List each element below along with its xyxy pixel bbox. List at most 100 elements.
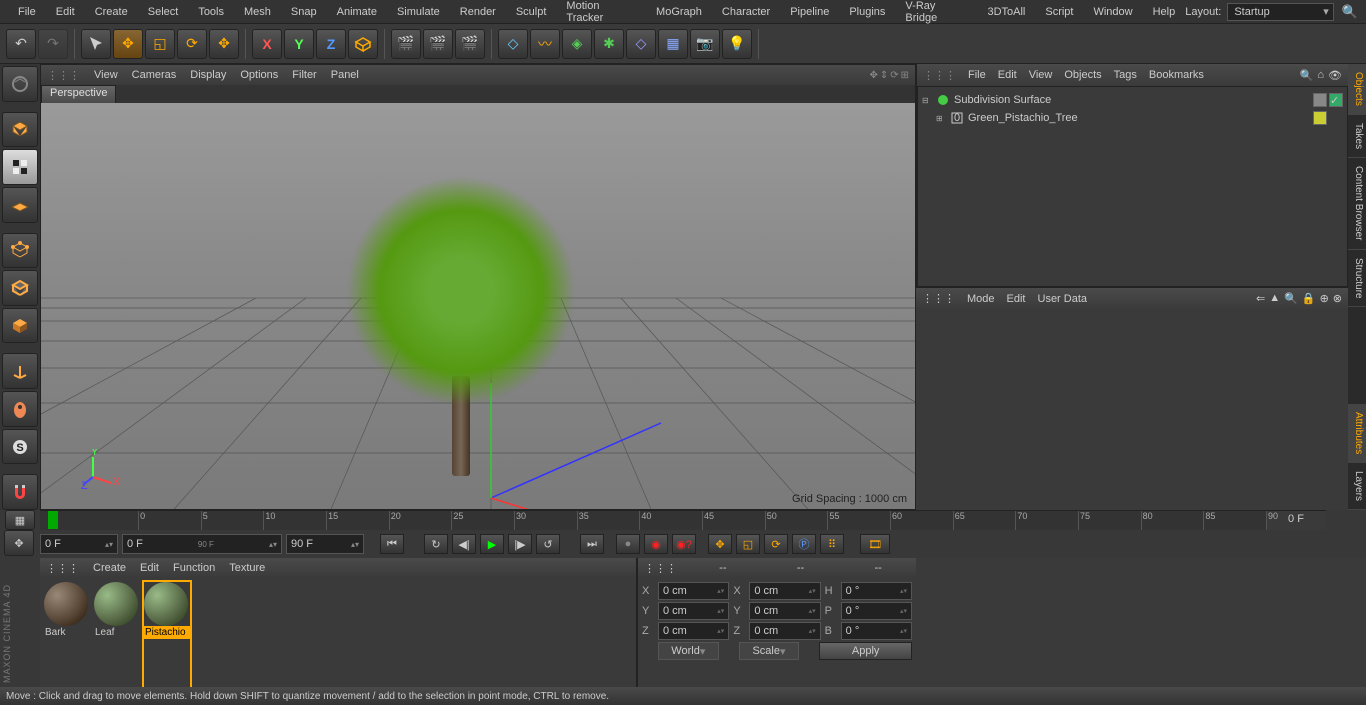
- tree-row-subdivision[interactable]: ⊟ Subdivision Surface ✓: [922, 91, 1343, 109]
- viewport-3d[interactable]: Y X Z Grid Spacing : 1000 cm: [41, 103, 915, 509]
- menu-snap[interactable]: Snap: [281, 2, 327, 22]
- grip-icon[interactable]: ⋮⋮⋮: [922, 292, 955, 305]
- tab-objects[interactable]: Objects: [1348, 64, 1366, 115]
- x-axis-lock[interactable]: X: [252, 29, 282, 59]
- magnet-button[interactable]: [2, 474, 38, 510]
- scale-tool[interactable]: ◱: [145, 29, 175, 59]
- move-tool[interactable]: ✥: [113, 29, 143, 59]
- position-x-field[interactable]: 0 cm▴▾: [658, 582, 729, 600]
- search-icon[interactable]: 🔍: [1300, 69, 1314, 82]
- menu-mograph[interactable]: MoGraph: [646, 2, 712, 22]
- menu-vray-bridge[interactable]: V-Ray Bridge: [895, 0, 977, 28]
- redo-button[interactable]: ↷: [38, 29, 68, 59]
- material-bark[interactable]: Bark: [44, 582, 90, 701]
- key-scale-button[interactable]: ◱: [736, 534, 760, 554]
- playhead[interactable]: [48, 511, 58, 529]
- grip-icon[interactable]: ⋮⋮⋮: [46, 562, 79, 575]
- mat-menu-texture[interactable]: Texture: [229, 562, 265, 574]
- obj-menu-tags[interactable]: Tags: [1114, 69, 1137, 81]
- start-frame-field[interactable]: 0 F▴▾: [40, 534, 118, 554]
- vp-menu-cameras[interactable]: Cameras: [132, 69, 177, 81]
- tab-takes[interactable]: Takes: [1348, 115, 1366, 158]
- add-generator-button[interactable]: ◈: [562, 29, 592, 59]
- rotation-p-field[interactable]: 0 °▴▾: [841, 602, 912, 620]
- material-pistachio[interactable]: Pistachio: [144, 582, 190, 701]
- make-editable-button[interactable]: [2, 66, 38, 102]
- viewport-tab[interactable]: Perspective: [41, 85, 116, 103]
- loop-button[interactable]: ↻: [424, 534, 448, 554]
- rotation-b-field[interactable]: 0 °▴▾: [841, 622, 912, 640]
- menu-help[interactable]: Help: [1143, 2, 1186, 22]
- undo-button[interactable]: ↶: [6, 29, 36, 59]
- position-z-field[interactable]: 0 cm▴▾: [658, 622, 729, 640]
- record-button[interactable]: ●: [616, 534, 640, 554]
- cycle-button[interactable]: ↺: [536, 534, 560, 554]
- workplane-button[interactable]: [2, 187, 38, 223]
- add-cube-button[interactable]: ◇: [498, 29, 528, 59]
- texture-mode-button[interactable]: [2, 149, 38, 185]
- check-tag-icon[interactable]: ✓: [1329, 93, 1343, 107]
- menu-mesh[interactable]: Mesh: [234, 2, 281, 22]
- play-button[interactable]: ▶: [480, 534, 504, 554]
- viewport-solo-button[interactable]: [2, 391, 38, 427]
- mat-menu-edit[interactable]: Edit: [140, 562, 159, 574]
- keyframe-sel-button[interactable]: ◉?: [672, 534, 696, 554]
- obj-menu-file[interactable]: File: [968, 69, 986, 81]
- y-axis-lock[interactable]: Y: [284, 29, 314, 59]
- close-icon[interactable]: ⊗: [1333, 292, 1342, 305]
- tab-content[interactable]: Content Browser: [1348, 158, 1366, 249]
- key-position-button[interactable]: ✥: [708, 534, 732, 554]
- sel-tag-icon[interactable]: [1313, 111, 1327, 125]
- goto-start-button[interactable]: ⏮: [380, 534, 404, 554]
- menu-3dtoall[interactable]: 3DToAll: [977, 2, 1035, 22]
- menu-window[interactable]: Window: [1083, 2, 1142, 22]
- tab-structure[interactable]: Structure: [1348, 250, 1366, 308]
- obj-menu-edit[interactable]: Edit: [998, 69, 1017, 81]
- model-mode-button[interactable]: [2, 112, 38, 148]
- size-x-field[interactable]: 0 cm▴▾: [749, 582, 820, 600]
- tab-layers[interactable]: Layers: [1348, 463, 1366, 510]
- obj-menu-objects[interactable]: Objects: [1064, 69, 1101, 81]
- menu-character[interactable]: Character: [712, 2, 780, 22]
- layout-dropdown[interactable]: Startup: [1227, 3, 1333, 21]
- vp-nav-icon[interactable]: ⟳: [890, 70, 898, 81]
- vp-nav-icon[interactable]: ✥: [869, 70, 877, 81]
- tab-attributes[interactable]: Attributes: [1348, 404, 1366, 463]
- vp-nav-icon[interactable]: ⊞: [901, 70, 909, 81]
- vp-menu-options[interactable]: Options: [240, 69, 278, 81]
- menu-simulate[interactable]: Simulate: [387, 2, 450, 22]
- autokey-button[interactable]: ◉: [644, 534, 668, 554]
- menu-tools[interactable]: Tools: [188, 2, 234, 22]
- timeline-ruler[interactable]: 051015202530354045505560657075808590 0 F: [40, 510, 1326, 530]
- menu-motion-tracker[interactable]: Motion Tracker: [556, 0, 646, 28]
- mat-menu-create[interactable]: Create: [93, 562, 126, 574]
- rotate-tool[interactable]: ⟳: [177, 29, 207, 59]
- add-camera-button[interactable]: 📷: [690, 29, 720, 59]
- menu-sculpt[interactable]: Sculpt: [506, 2, 557, 22]
- attr-menu-userdata[interactable]: User Data: [1038, 293, 1088, 305]
- vp-nav-icon[interactable]: ⇕: [880, 70, 888, 81]
- tree-row-tree[interactable]: ⊞ 0 Green_Pistachio_Tree: [922, 109, 1343, 127]
- render-settings-button[interactable]: 🎬: [455, 29, 485, 59]
- coord-system[interactable]: [348, 29, 378, 59]
- workplane-icon[interactable]: ▦: [5, 510, 35, 530]
- add-field-button[interactable]: ✱: [594, 29, 624, 59]
- render-pv-button[interactable]: 🎬: [423, 29, 453, 59]
- nav-back-icon[interactable]: ⇐: [1256, 292, 1265, 305]
- obj-menu-view[interactable]: View: [1029, 69, 1053, 81]
- mat-menu-function[interactable]: Function: [173, 562, 215, 574]
- menu-edit[interactable]: Edit: [46, 2, 85, 22]
- vp-menu-panel[interactable]: Panel: [331, 69, 359, 81]
- expand-icon[interactable]: ⊞: [936, 114, 946, 123]
- attr-menu-mode[interactable]: Mode: [967, 293, 995, 305]
- attr-menu-edit[interactable]: Edit: [1007, 293, 1026, 305]
- grip-icon[interactable]: ⋮⋮⋮: [923, 69, 956, 82]
- points-mode-button[interactable]: [2, 233, 38, 269]
- add-spline-button[interactable]: 〰: [530, 29, 560, 59]
- key-pla-button[interactable]: ⠿: [820, 534, 844, 554]
- size-y-field[interactable]: 0 cm▴▾: [749, 602, 820, 620]
- polygons-mode-button[interactable]: [2, 308, 38, 344]
- live-select-tool[interactable]: [81, 29, 111, 59]
- rotation-h-field[interactable]: 0 °▴▾: [841, 582, 912, 600]
- render-view-button[interactable]: 🎬: [391, 29, 421, 59]
